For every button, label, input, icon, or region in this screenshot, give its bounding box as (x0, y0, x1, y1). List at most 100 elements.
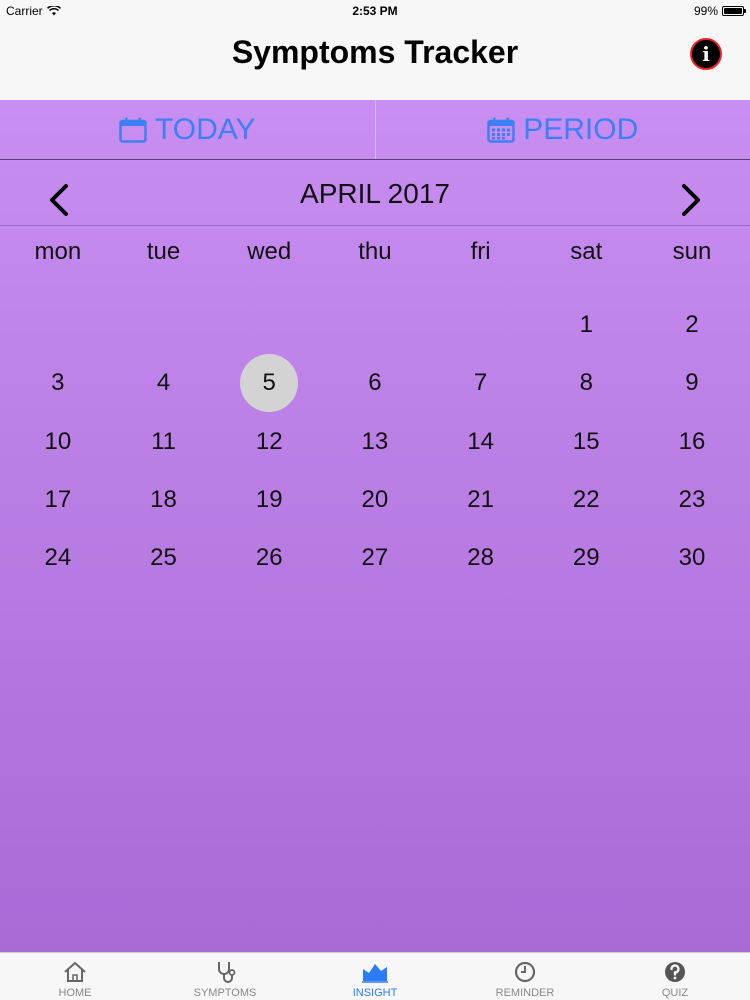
info-icon[interactable]: i (690, 38, 722, 70)
day-cell[interactable]: 19 (216, 471, 322, 529)
day-number: 3 (51, 369, 65, 397)
status-bar: Carrier 2:53 PM 99% (0, 0, 750, 22)
day-cell[interactable]: 14 (428, 413, 534, 471)
day-number: 28 (467, 544, 494, 572)
day-number: 12 (255, 427, 283, 455)
day-cell[interactable]: 25 (111, 529, 217, 587)
day-cell[interactable]: 20 (322, 471, 428, 529)
status-time: 2:53 PM (352, 4, 398, 18)
chevron-right-icon[interactable] (678, 182, 704, 218)
day-number: 20 (361, 486, 389, 514)
day-number: 5 (262, 369, 276, 397)
day-number: 30 (678, 544, 706, 572)
tab-home[interactable]: HOME (0, 953, 150, 1000)
calendar-grid: 1 2 3 4 5 6 7 8 9 10 11 12 13 14 15 16 17 18 19 20 21 22 23 24 2… (5, 296, 745, 587)
page-title: Symptoms Tracker (231, 34, 519, 70)
day-number: 22 (572, 486, 600, 514)
day-cell[interactable]: 22 (533, 471, 639, 529)
tab-label: REMINDER (495, 987, 555, 999)
day-number: 24 (44, 544, 72, 572)
day-cell[interactable]: 30 (639, 529, 745, 587)
day-cell[interactable]: 27 (322, 529, 428, 587)
tab-symptoms[interactable]: SYMPTOMS (150, 953, 300, 1000)
today-button[interactable]: TODAY (0, 100, 376, 159)
day-number: 25 (150, 544, 177, 572)
day-cell[interactable]: 3 (5, 354, 111, 412)
weekday-header: mon tue wed thu fri sat sun (5, 238, 745, 266)
day-cell[interactable]: 28 (428, 529, 534, 587)
battery-icon (722, 6, 746, 16)
period-label: PERIOD (523, 112, 639, 146)
day-cell[interactable]: 15 (533, 413, 639, 471)
weekday-label: mon (34, 238, 82, 265)
day-cell[interactable]: 12 (216, 413, 322, 471)
day-number: 8 (579, 369, 593, 397)
weekday-label: fri (470, 238, 491, 265)
calendar-icon (119, 117, 147, 143)
home-icon (64, 962, 86, 982)
day-cell[interactable]: 13 (322, 413, 428, 471)
clock-icon (514, 961, 536, 983)
day-number: 18 (150, 486, 177, 514)
day-cell[interactable]: 4 (111, 354, 217, 412)
weekday-label: sun (672, 238, 712, 265)
tab-bar: HOME SYMPTOMS INSIGHT REMINDER QUIZ (0, 952, 750, 1000)
calendar-grid-icon (487, 117, 515, 143)
tab-label: HOME (58, 987, 92, 999)
day-cell[interactable]: 18 (111, 471, 217, 529)
tab-insight[interactable]: INSIGHT (300, 953, 450, 1000)
day-number: 15 (572, 427, 600, 455)
battery-percent: 99% (693, 4, 718, 18)
tab-reminder[interactable]: REMINDER (450, 953, 600, 1000)
day-cell[interactable]: 2 (639, 296, 745, 354)
day-cell[interactable]: 17 (5, 471, 111, 529)
day-number: 10 (44, 427, 72, 455)
day-cell[interactable]: 29 (533, 529, 639, 587)
weekday-label: tue (146, 238, 181, 265)
day-cell[interactable]: 16 (639, 413, 745, 471)
day-number: 26 (255, 544, 283, 572)
day-number: 23 (678, 486, 706, 514)
today-label: TODAY (154, 112, 256, 146)
day-cell[interactable]: 23 (639, 471, 745, 529)
day-number: 14 (467, 427, 494, 455)
question-icon (665, 962, 685, 982)
chart-icon (362, 964, 388, 983)
day-number: 16 (678, 427, 706, 455)
day-number: 1 (579, 311, 593, 339)
month-header: APRIL 2017 (0, 160, 750, 226)
day-number: 11 (151, 427, 176, 455)
day-cell[interactable]: 10 (5, 413, 111, 471)
day-cell[interactable]: 8 (533, 354, 639, 412)
weekday-label: wed (247, 238, 292, 265)
day-cell[interactable]: 24 (5, 529, 111, 587)
navigation-bar: Symptoms Tracker i (0, 22, 750, 100)
day-number: 6 (368, 369, 382, 397)
battery-status: 99% (693, 4, 746, 18)
month-title: APRIL 2017 (300, 178, 450, 209)
day-number: 21 (467, 486, 494, 514)
day-number: 27 (361, 544, 389, 572)
day-number: 2 (685, 311, 699, 339)
day-cell[interactable]: 26 (216, 529, 322, 587)
day-number: 19 (255, 486, 283, 514)
day-cell-selected[interactable]: 5 (216, 354, 322, 412)
stethoscope-icon (218, 962, 236, 983)
weekday-label: thu (358, 238, 392, 265)
day-cell[interactable]: 21 (428, 471, 534, 529)
calendar-screen: TODAY PERIOD APRIL 2017 mon tue wed thu … (0, 100, 750, 952)
day-number: 13 (361, 427, 389, 455)
tab-label: INSIGHT (352, 987, 398, 999)
day-number: 29 (572, 544, 600, 572)
day-cell[interactable]: 6 (322, 354, 428, 412)
day-number: 9 (685, 369, 699, 397)
day-cell[interactable]: 11 (111, 413, 217, 471)
period-button[interactable]: PERIOD (376, 100, 750, 159)
view-segment: TODAY PERIOD (0, 100, 750, 160)
tab-label: QUIZ (661, 987, 689, 999)
day-cell[interactable]: 7 (428, 354, 534, 412)
weekday-label: sat (570, 238, 603, 265)
tab-quiz[interactable]: QUIZ (600, 953, 750, 1000)
day-cell[interactable]: 9 (639, 354, 745, 412)
day-cell[interactable]: 1 (533, 296, 639, 354)
